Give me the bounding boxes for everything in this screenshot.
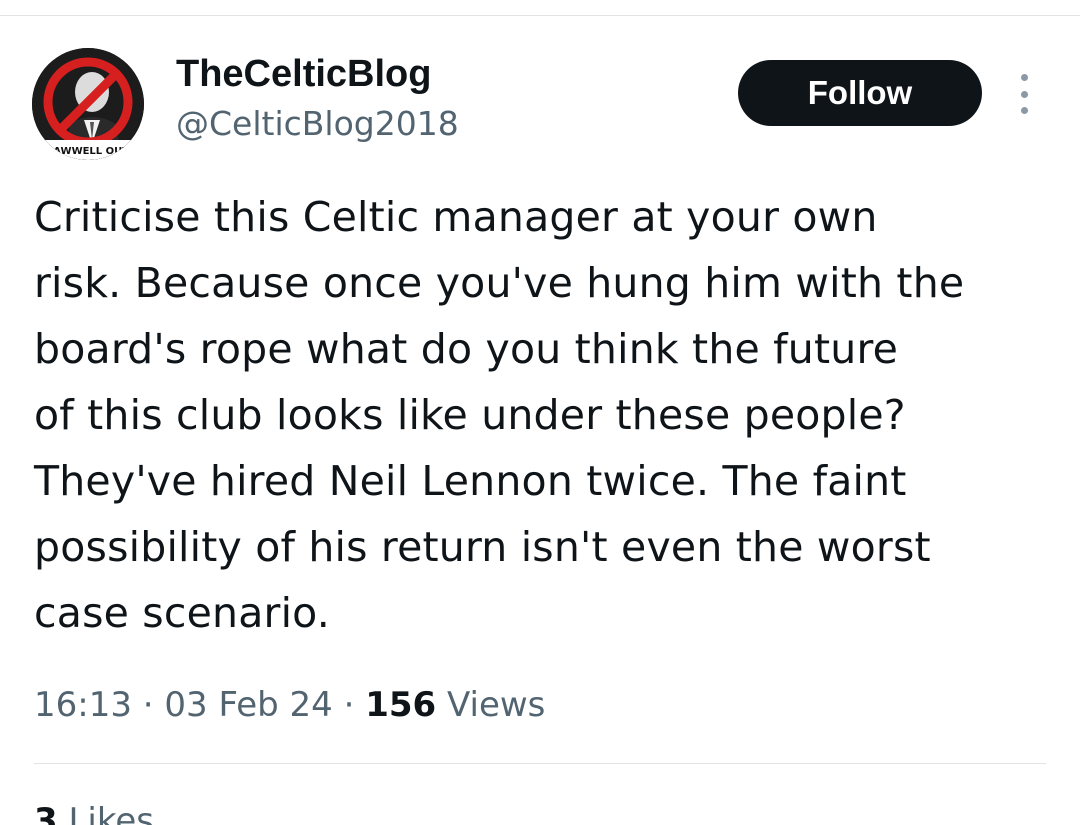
- views-label[interactable]: Views: [447, 685, 545, 725]
- tweet-text-line: risk. Because once you've hung him with …: [34, 259, 965, 307]
- meta-separator: ·: [332, 685, 366, 725]
- more-dot: [1020, 74, 1028, 81]
- follow-button[interactable]: Follow: [738, 60, 982, 126]
- tweet-text: Criticise this Celtic manager at your ow…: [34, 184, 1064, 646]
- top-divider: [0, 15, 1080, 16]
- more-vertical-icon[interactable]: [1010, 74, 1038, 114]
- likes-stat[interactable]: 3 Likes: [34, 796, 154, 825]
- tweet-text-line: board's rope what do you think the futur…: [34, 325, 899, 373]
- metrics-divider: [34, 763, 1046, 764]
- avatar-image: LAWWELL OUT: [32, 48, 144, 160]
- tweet-text-line: possibility of his return isn't even the…: [34, 523, 931, 571]
- author-handle[interactable]: @CelticBlog2018: [176, 102, 459, 146]
- views-count[interactable]: 156: [365, 685, 436, 725]
- tweet-time[interactable]: 16:13: [34, 685, 132, 725]
- tweet-text-line: of this club looks like under these peop…: [34, 391, 906, 439]
- tweet-text-line: Criticise this Celtic manager at your ow…: [34, 193, 878, 241]
- tweet-detail-view: LAWWELL OUT TheCelticBlog @CelticBlog201…: [0, 0, 1080, 825]
- tweet-text-line: They've hired Neil Lennon twice. The fai…: [34, 457, 907, 505]
- likes-label: Likes: [68, 801, 154, 825]
- tweet-meta: 16:13 · 03 Feb 24 · 156 Views: [34, 680, 545, 730]
- avatar[interactable]: LAWWELL OUT: [32, 48, 144, 160]
- tweet-date[interactable]: 03 Feb 24: [164, 685, 332, 725]
- meta-separator: ·: [131, 685, 165, 725]
- likes-count: 3: [34, 801, 58, 825]
- avatar-banner-text: LAWWELL OUT: [47, 146, 129, 157]
- more-dot: [1020, 90, 1028, 98]
- author-name[interactable]: TheCelticBlog: [176, 50, 431, 98]
- more-dot: [1020, 107, 1028, 114]
- tweet-text-line: case scenario.: [34, 589, 330, 637]
